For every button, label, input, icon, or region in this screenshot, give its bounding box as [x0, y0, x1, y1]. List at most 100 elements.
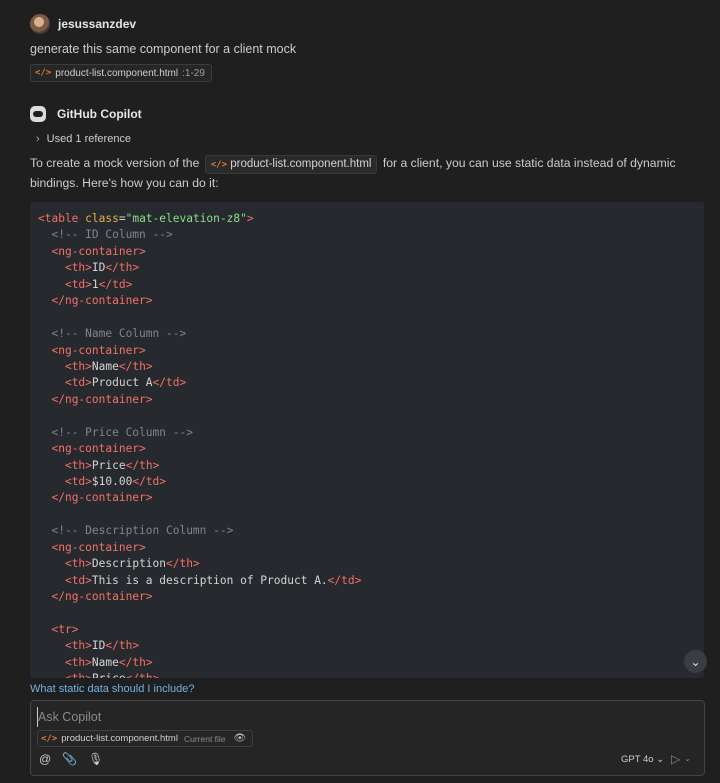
code-token: >: [145, 491, 153, 505]
code-line: <th>Name</th>: [38, 359, 704, 375]
code-token: >: [145, 294, 153, 308]
code-line: <!-- Description Column -->: [38, 523, 704, 539]
inline-file-reference[interactable]: </> product-list.component.html: [204, 155, 378, 174]
code-token: >: [85, 655, 92, 669]
code-line: <td>This is a description of Product A.<…: [38, 573, 704, 589]
input-toolbar: @ 📎 🎙: [39, 752, 103, 766]
code-token: </th: [166, 557, 193, 571]
code-token: >: [85, 458, 92, 472]
paperclip-icon[interactable]: 📎: [62, 752, 77, 766]
code-line: <!-- ID Column -->: [38, 227, 704, 243]
used-references-toggle[interactable]: › Used 1 reference: [36, 133, 131, 145]
code-token: >: [85, 639, 92, 653]
code-token: Price: [91, 458, 126, 472]
code-token: <ng-container: [51, 442, 140, 456]
chevron-right-icon: ›: [36, 133, 40, 145]
code-token: <tr: [51, 622, 72, 636]
code-token: >: [85, 359, 92, 373]
code-token: >: [159, 475, 167, 488]
model-selector[interactable]: GPT 4o ⌄: [621, 754, 664, 765]
code-token: >: [139, 442, 146, 456]
code-token: =: [118, 212, 126, 225]
code-token: <!-- Name Column -->: [51, 327, 187, 341]
code-token: >: [85, 573, 92, 587]
code-token: "mat-elevation-z8": [125, 212, 247, 225]
code-token: </th: [126, 672, 153, 678]
code-token: </td: [132, 475, 160, 488]
inline-file-name: product-list.component.html: [230, 158, 372, 170]
code-token: <ng-container: [51, 244, 140, 258]
code-token: <td: [64, 376, 86, 390]
code-line: <td>$10.00</td>: [38, 474, 704, 490]
code-line: <th>Name</th>: [38, 655, 704, 671]
mention-icon[interactable]: @: [39, 752, 51, 766]
code-token: >: [152, 458, 160, 472]
assistant-intro: To create a mock version of the </> prod…: [30, 154, 702, 192]
code-token: >: [132, 261, 140, 275]
user-avatar: [30, 14, 50, 34]
assistant-name: GitHub Copilot: [57, 107, 142, 121]
code-token: ID: [91, 261, 106, 275]
code-token: <th: [65, 672, 85, 678]
code-line: <ng-container>: [38, 343, 704, 359]
code-token: This is a description of Product A.: [91, 573, 328, 587]
code-token: >: [85, 376, 92, 390]
send-icon: ▷: [671, 752, 681, 766]
code-token: <th: [64, 557, 86, 571]
code-line: <td>1</td>: [38, 277, 704, 293]
code-file-icon: </>: [210, 160, 228, 170]
code-token: </td: [152, 376, 180, 390]
code-token: <th: [64, 655, 86, 669]
code-token: Name: [91, 359, 119, 373]
code-token: <table: [38, 212, 79, 225]
chevron-down-icon: ⌄: [684, 754, 691, 763]
microphone-icon[interactable]: 🎙: [88, 752, 103, 766]
code-line: <th>ID</th>: [38, 638, 704, 654]
eye-icon[interactable]: 👁: [234, 733, 247, 744]
chat-input[interactable]: [37, 707, 680, 727]
code-line: <td>Product A</td>: [38, 375, 704, 391]
code-token: </th: [105, 261, 133, 275]
code-token: >: [85, 475, 92, 488]
current-file-chip[interactable]: </> product-list.component.html Current …: [37, 730, 254, 747]
scroll-down-button[interactable]: ⌄: [684, 650, 707, 673]
follow-up-suggestion[interactable]: What static data should I include?: [30, 683, 194, 695]
code-file-icon: </>: [35, 68, 52, 78]
code-token: <th: [64, 639, 86, 653]
send-button[interactable]: ▷ ⌄: [671, 752, 691, 766]
reference-range: :1-29: [182, 67, 205, 79]
code-token: >: [139, 343, 146, 357]
code-token: <th: [64, 261, 86, 275]
code-token: </ng-container: [51, 491, 146, 505]
code-line: <th>Price</th>: [38, 458, 704, 474]
code-token: >: [179, 376, 187, 390]
code-token: >: [132, 639, 140, 653]
reference-chip[interactable]: </> product-list.component.html:1-29: [30, 64, 212, 82]
code-token: <td: [64, 277, 86, 291]
code-line: <!-- Name Column -->: [38, 326, 704, 342]
code-line: <ng-container>: [38, 441, 704, 457]
code-token: <!-- ID Column -->: [51, 228, 173, 242]
code-token: >: [145, 655, 153, 669]
current-file-status: Current file: [183, 733, 226, 744]
code-token: class: [85, 212, 119, 225]
code-token: >: [153, 672, 160, 678]
code-token: </th: [118, 359, 146, 373]
code-line: </ng-container>: [38, 293, 704, 309]
code-token: </th: [125, 458, 153, 472]
